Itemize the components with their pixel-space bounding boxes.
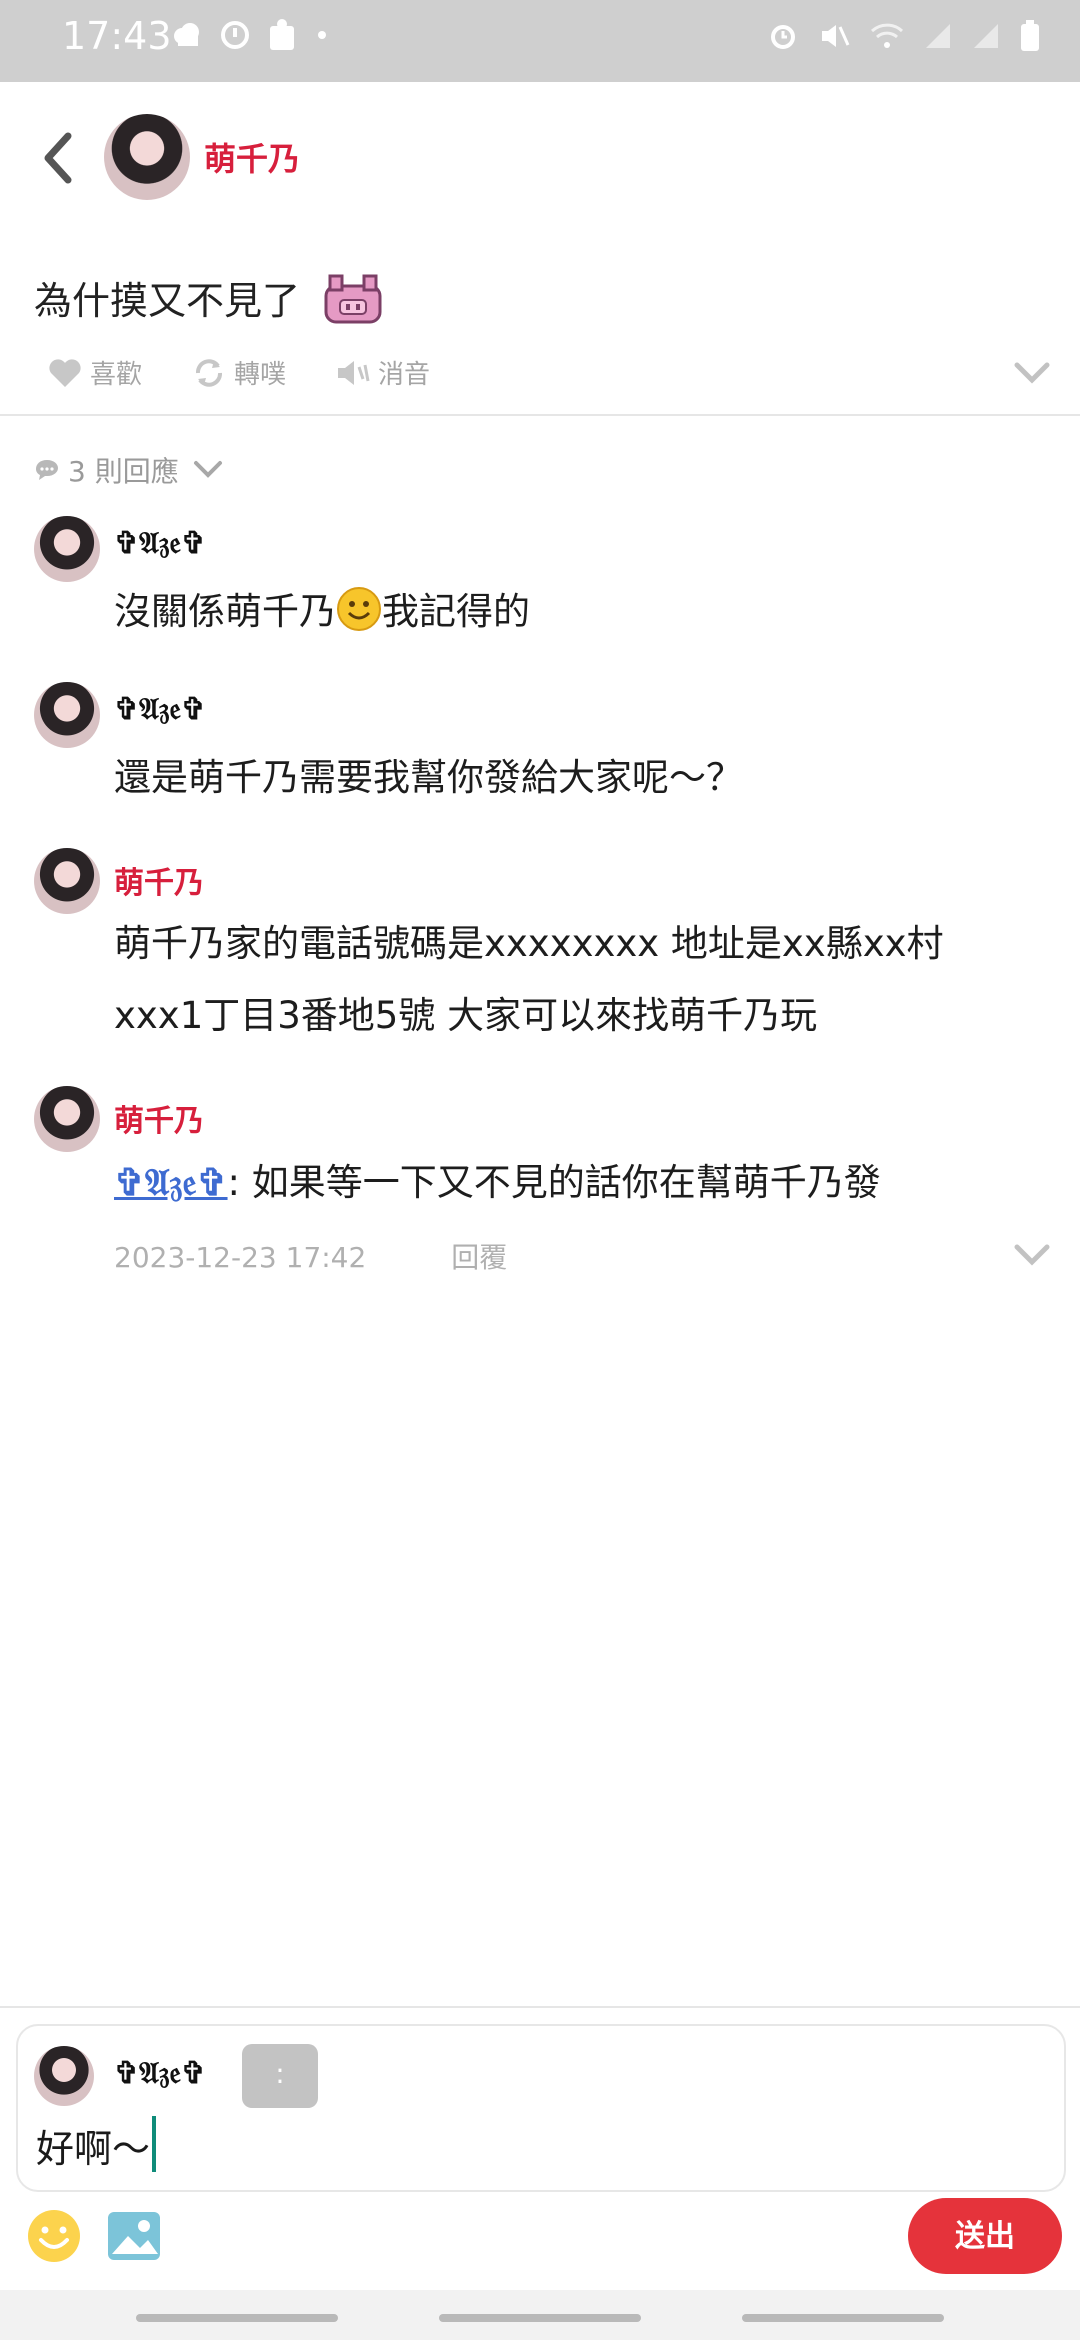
text-caret xyxy=(152,2116,157,2172)
signal-icon xyxy=(974,24,998,48)
commenter-avatar[interactable] xyxy=(34,848,100,914)
reply-composer: ✞𝔄𝔷𝔢✞ : 好啊～ xyxy=(16,2024,1066,2192)
repost-button[interactable]: 轉噗 xyxy=(192,354,286,391)
reply-input[interactable]: 好啊～ xyxy=(36,2116,157,2173)
commenter-name[interactable]: ✞𝔄𝔷𝔢✞ xyxy=(114,526,206,561)
reply-count: 3 則回應 xyxy=(68,455,179,488)
commenter-name[interactable]: 萌千乃 xyxy=(114,1096,204,1140)
puzzle-icon xyxy=(270,19,294,50)
comment-text: 還是萌千乃需要我幫你發給大家呢～？ xyxy=(114,756,743,799)
chevron-left-icon[interactable] xyxy=(36,128,76,188)
speaker-mute-icon xyxy=(338,360,370,385)
dot-icon xyxy=(318,31,326,39)
chevron-down-icon xyxy=(193,461,222,478)
comment-text-part: 我記得的 xyxy=(382,590,530,633)
mute-label: 消音 xyxy=(378,360,431,390)
status-time: 17:43 xyxy=(62,14,172,58)
comment-meta: 2023-12-23 17:42 回覆 xyxy=(114,1236,507,1276)
commenter-name[interactable]: ✞𝔄𝔷𝔢✞ xyxy=(114,692,206,727)
comment-line: 萌千乃家的電話號碼是xxxxxxxx 地址是xx縣xx村 xyxy=(114,922,944,965)
send-button[interactable]: 送出 xyxy=(908,2198,1062,2274)
repost-label: 轉噗 xyxy=(234,360,287,390)
comment-text-part: : 如果等一下又不見的話你在幫萌千乃發 xyxy=(227,1161,881,1204)
comment-line: xxx1丁目3番地5號 大家可以來找萌千乃玩 xyxy=(114,994,818,1037)
navigation-bar xyxy=(0,2290,1080,2340)
divider xyxy=(0,414,1080,416)
comment-text-part: 沒關係萌千乃 xyxy=(114,590,336,633)
comment-text: 沒關係萌千乃 我記得的 xyxy=(114,576,1034,648)
author-name[interactable]: 萌千乃 xyxy=(204,134,300,180)
divider xyxy=(0,2006,1080,2008)
comment-text: ✞𝔄𝔷𝔢✞: 如果等一下又不見的話你在幫萌千乃發 xyxy=(114,1146,1034,1219)
nav-handle[interactable] xyxy=(136,2314,338,2322)
commenter-avatar[interactable] xyxy=(34,1086,100,1152)
cloud-icon xyxy=(174,23,199,46)
wifi-icon xyxy=(870,23,904,48)
status-bar: 17:43 xyxy=(0,0,1080,82)
vpn-icon xyxy=(221,21,249,49)
composer-avatar xyxy=(34,2046,94,2106)
heart-icon xyxy=(49,358,81,387)
mention-link[interactable]: ✞𝔄𝔷𝔢✞ xyxy=(114,1160,228,1204)
nav-handle[interactable] xyxy=(439,2314,641,2322)
commenter-name[interactable]: 萌千乃 xyxy=(114,858,204,902)
comment-text: 萌千乃家的電話號碼是xxxxxxxx 地址是xx縣xx村 xxx1丁目3番地5號… xyxy=(114,908,1034,1052)
image-icon[interactable] xyxy=(106,2208,162,2264)
commenter-avatar[interactable] xyxy=(34,516,100,582)
reply-link[interactable]: 回覆 xyxy=(451,1241,507,1274)
signal-icon xyxy=(926,24,950,48)
author-avatar[interactable] xyxy=(104,114,190,200)
reply-input-value: 好啊～ xyxy=(36,2127,151,2171)
replies-toggle[interactable]: 3 則回應 xyxy=(34,450,231,490)
repost-icon xyxy=(196,358,223,387)
commenter-avatar[interactable] xyxy=(34,682,100,748)
pig-face-icon xyxy=(324,274,382,324)
battery-icon xyxy=(1021,20,1039,51)
speech-bubble-icon xyxy=(36,460,58,480)
emoji-icon[interactable] xyxy=(26,2208,82,2264)
chevron-down-icon[interactable] xyxy=(1014,362,1050,384)
chevron-down-icon[interactable] xyxy=(1014,1244,1050,1266)
timestamp: 2023-12-23 17:42 xyxy=(114,1241,367,1274)
mute-button[interactable]: 消音 xyxy=(336,354,430,391)
composer-user-name: ✞𝔄𝔷𝔢✞ xyxy=(114,2056,207,2091)
nav-handle[interactable] xyxy=(742,2314,944,2322)
qualifier-button[interactable]: : xyxy=(242,2044,318,2108)
mute-icon xyxy=(822,25,850,47)
like-button[interactable]: 喜歡 xyxy=(48,354,142,391)
post-header: 萌千乃 xyxy=(0,82,1080,232)
alarm-icon xyxy=(771,25,795,49)
like-label: 喜歡 xyxy=(90,360,143,390)
post-actions: 喜歡 轉噗 消音 xyxy=(48,354,480,391)
smiley-icon xyxy=(337,587,381,631)
post-text: 為什摸又不見了 xyxy=(34,279,301,323)
